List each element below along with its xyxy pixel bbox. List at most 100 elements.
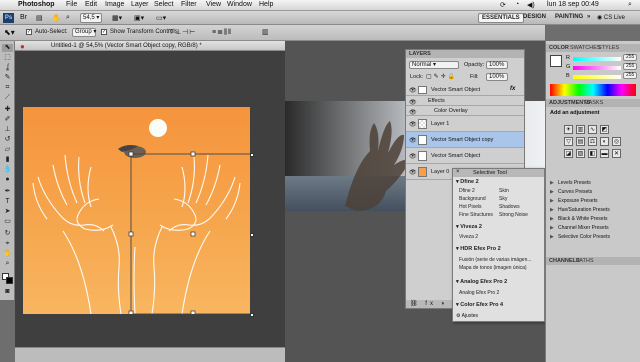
color-spectrum-ramp[interactable] (550, 84, 636, 96)
bridge-icon[interactable]: Br (20, 14, 27, 21)
preset-exposure[interactable]: Exposure Presets (549, 198, 637, 206)
layer-row[interactable]: 👁 Vector Smart Object fx (406, 84, 524, 96)
tab-layers[interactable]: LAYERS (409, 51, 431, 57)
filter-item-hdr-fusion[interactable]: Fusión (serie de varias imágen... (459, 257, 532, 263)
tab-color[interactable]: COLOR (549, 45, 569, 51)
layer-effects-row[interactable]: 👁 Effects (406, 96, 524, 106)
opacity-field[interactable]: 100% (486, 61, 508, 69)
vibrance-icon[interactable]: ▽ (564, 137, 573, 146)
lasso-tool-icon[interactable]: ʆ (2, 64, 13, 72)
section-color-efex[interactable]: ▾ Color Efex Pro 4 (456, 302, 503, 308)
menu-layer[interactable]: Layer (131, 1, 149, 8)
transform-handle-right-bottom[interactable] (250, 313, 254, 317)
visibility-eye-icon[interactable]: 👁 (409, 121, 417, 128)
sync-icon[interactable]: ⟳ (500, 1, 506, 9)
tab-channels[interactable]: CHANNELS (549, 258, 580, 264)
red-value-field[interactable]: 255 (623, 54, 638, 61)
mini-bridge-icon[interactable]: ▤ (36, 14, 43, 22)
marquee-tool-icon[interactable]: ⬚ (2, 54, 13, 62)
eraser-tool-icon[interactable]: ▱ (2, 146, 13, 154)
menu-view[interactable]: View (206, 1, 221, 8)
selective-color-icon[interactable]: ✕ (612, 149, 621, 158)
transform-handle-right-top[interactable] (250, 153, 254, 157)
distribute-icons[interactable]: ≡≣⫼⫴ (212, 28, 232, 37)
tab-swatches[interactable]: SWATCHES (570, 45, 601, 51)
levels-icon[interactable]: ▥ (576, 125, 585, 134)
menu-filter[interactable]: Filter (181, 1, 197, 8)
gradient-tool-icon[interactable]: ▮ (2, 156, 13, 164)
auto-select-dropdown[interactable]: Group ▾ (72, 28, 96, 37)
invert-icon[interactable]: ◪ (564, 149, 573, 158)
wifi-icon[interactable]: ◔ (515, 1, 519, 8)
brightness-contrast-icon[interactable]: ☀ (564, 125, 573, 134)
black-white-icon[interactable]: ◐ (600, 137, 609, 146)
curves-icon[interactable]: ∿ (588, 125, 597, 134)
green-value-field[interactable]: 255 (623, 63, 638, 70)
zoom-tool-icon[interactable]: ⌕ (66, 14, 70, 22)
clone-stamp-tool-icon[interactable]: ⊥ (2, 126, 13, 134)
section-hdr-efex[interactable]: ▾ HDR Efex Pro 2 (456, 246, 501, 252)
filter-item-viveza-2[interactable]: Viveza 2 (459, 234, 478, 240)
zoom-tool-icon[interactable]: ⌕ (2, 260, 13, 268)
filter-item-hot-pixels[interactable]: Hot Pixels (459, 204, 482, 210)
menu-window[interactable]: Window (227, 1, 252, 8)
filter-item-background[interactable]: Background (459, 196, 486, 202)
zoom-level-dropdown[interactable]: 54,5 ▾ (80, 13, 103, 23)
document-tab[interactable]: ● Untitled-1 @ 54,5% (Vector Smart Objec… (15, 41, 285, 51)
section-analog-efex[interactable]: ▾ Analog Efex Pro 2 (456, 279, 507, 285)
gradient-map-icon[interactable]: ▬ (600, 149, 609, 158)
filter-item-strong-noise[interactable]: Strong Noise (499, 212, 528, 218)
app-name-menu[interactable]: Photoshop (18, 1, 55, 8)
filter-item-hdr-tone-map[interactable]: Mapa de tonos (imagen única) (459, 265, 527, 271)
menu-select[interactable]: Select (154, 1, 173, 8)
show-transform-checkbox[interactable]: ✓ (101, 29, 107, 35)
filter-item-shadows[interactable]: Shadows (499, 204, 520, 210)
align-icons[interactable]: ⊤⊥⊣⊢ (168, 28, 196, 36)
filter-item-skin[interactable]: Skin (499, 188, 509, 194)
filter-item-fine-structures[interactable]: Fine Structures (459, 212, 493, 218)
menu-image[interactable]: Image (105, 1, 124, 8)
visibility-eye-icon[interactable]: 👁 (409, 99, 417, 106)
workspace-more-button[interactable]: » (584, 13, 593, 23)
section-dfine[interactable]: ▾ Dfine 2 (456, 179, 479, 185)
tab-styles[interactable]: STYLES (598, 45, 619, 51)
hue-saturation-icon[interactable]: ▤ (576, 137, 585, 146)
workspace-painting[interactable]: PAINTING (552, 13, 586, 23)
arrange-documents-icon[interactable]: ▣▾ (134, 14, 144, 22)
quick-mask-icon[interactable]: ◙ (2, 288, 13, 296)
tab-paths[interactable]: PATHS (576, 258, 594, 264)
visibility-eye-icon[interactable]: 👁 (409, 109, 417, 116)
shape-tool-icon[interactable]: ▭ (2, 218, 13, 226)
pen-tool-icon[interactable]: ✒ (2, 188, 13, 196)
filter-item-analog-efex-2[interactable]: Analog Efex Pro 2 (459, 290, 499, 296)
filter-item-dfine-2[interactable]: Dfine 2 (459, 188, 475, 194)
preset-hue-saturation[interactable]: Hue/Saturation Presets (549, 207, 637, 215)
menu-edit[interactable]: Edit (85, 1, 97, 8)
type-tool-icon[interactable]: T (2, 198, 13, 206)
threshold-icon[interactable]: ◧ (588, 149, 597, 158)
healing-brush-tool-icon[interactable]: ✚ (2, 106, 13, 114)
transform-handle-right-middle[interactable] (250, 233, 254, 237)
fill-field[interactable]: 100% (486, 73, 508, 81)
background-color-swatch[interactable] (6, 277, 13, 284)
color-balance-icon[interactable]: ⚖ (588, 137, 597, 146)
preset-curves[interactable]: Curves Presets (549, 189, 637, 197)
layer-fx-badge[interactable]: fx (510, 86, 515, 92)
posterize-icon[interactable]: ▨ (576, 149, 585, 158)
3d-rotate-tool-icon[interactable]: ↻ (2, 230, 13, 238)
close-document-icon[interactable]: ● (20, 42, 25, 51)
blue-value-field[interactable]: 255 (623, 72, 638, 79)
preset-levels[interactable]: Levels Presets (549, 180, 637, 188)
photo-filter-icon[interactable]: ◎ (612, 137, 621, 146)
auto-select-checkbox[interactable]: ✓ (26, 29, 32, 35)
menu-help[interactable]: Help (259, 1, 273, 8)
path-selection-tool-icon[interactable]: ➤ (2, 208, 13, 216)
blur-tool-icon[interactable]: 💧 (2, 166, 13, 174)
artwork-canvas[interactable] (23, 107, 250, 314)
filter-item-sky[interactable]: Sky (499, 196, 507, 202)
hand-tool-icon[interactable]: ✋ (52, 14, 61, 22)
move-tool-icon[interactable]: ⬉ (2, 44, 13, 52)
quick-select-tool-icon[interactable]: ✎ (2, 74, 13, 82)
workspace-essentials[interactable]: ESSENTIALS (478, 13, 524, 23)
preset-black-white[interactable]: Black & White Presets (549, 216, 637, 224)
